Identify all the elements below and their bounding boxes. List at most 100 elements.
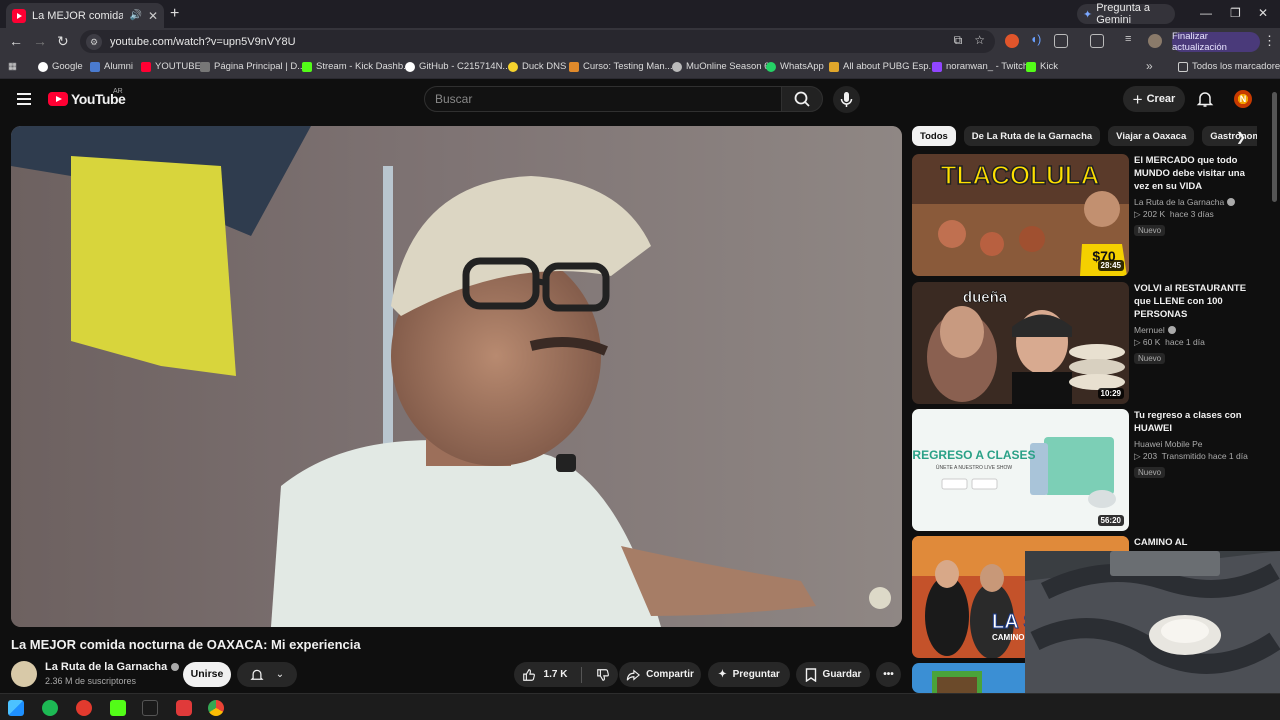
tab-close-icon[interactable]: ✕: [148, 9, 158, 23]
bookmark-item[interactable]: Google: [38, 61, 83, 72]
kick-app-icon[interactable]: [110, 700, 126, 716]
search-button[interactable]: [781, 86, 823, 112]
video-thumbnail[interactable]: REGRESO A CLASES ÚNETE A NUESTRO LIVE SH…: [912, 409, 1129, 531]
maximize-icon[interactable]: ❐: [1230, 6, 1241, 20]
all-bookmarks-folder[interactable]: Todos los marcadores: [1178, 61, 1280, 72]
save-label: Guardar: [822, 669, 862, 680]
save-button[interactable]: Guardar: [796, 662, 870, 687]
video-title[interactable]: VOLVI al RESTAURANTE que LLENE con 100 P…: [1134, 282, 1262, 321]
video-meta: ▷ 202 K hace 3 días: [1134, 209, 1214, 219]
chrome-icon[interactable]: [208, 700, 224, 716]
more-bookmarks-icon[interactable]: »: [1146, 59, 1153, 73]
video-title[interactable]: Tu regreso a clases con HUAWEI: [1134, 409, 1262, 435]
bookmark-item[interactable]: MuOnline Season 6: [672, 61, 769, 72]
opera-gx-icon[interactable]: [76, 700, 92, 716]
pubg-icon: [829, 61, 839, 72]
browser-tab-youtube[interactable]: La MEJOR comida nocturna de OAXACA: Mi e…: [6, 3, 164, 28]
thumbs-down-icon[interactable]: [596, 668, 610, 682]
menu-hamburger-icon[interactable]: [17, 93, 31, 105]
recommended-video[interactable]: REGRESO A CLASES ÚNETE A NUESTRO LIVE SH…: [912, 409, 1262, 533]
address-bar[interactable]: ⚙ youtube.com/watch?v=upn5V9nVY8U ⧉ ☆: [80, 30, 995, 53]
bookmark-item[interactable]: Duck DNS: [508, 61, 566, 72]
chevron-right-icon[interactable]: ❯: [1236, 130, 1246, 144]
recommended-video-info: Tu regreso a clases con HUAWEI Huawei Mo…: [1134, 409, 1262, 480]
page-icon: [200, 61, 210, 72]
browser-menu-icon[interactable]: ⋮: [1263, 33, 1276, 49]
share-button[interactable]: Compartir: [619, 662, 701, 687]
like-button[interactable]: 1.7 K: [522, 668, 567, 682]
chip-all[interactable]: Todos: [912, 126, 956, 146]
side-panel-icon[interactable]: [1090, 34, 1104, 48]
ask-button[interactable]: ✦ Preguntar: [708, 662, 790, 687]
page-scrollbar[interactable]: [1272, 92, 1277, 202]
reload-icon[interactable]: ↻: [57, 33, 69, 50]
bookmark-item[interactable]: Curso: Testing Man...: [569, 61, 673, 72]
close-window-icon[interactable]: ✕: [1258, 6, 1268, 20]
audio-playing-icon[interactable]: 🔊: [129, 10, 141, 21]
profile-avatar[interactable]: [1148, 34, 1162, 48]
channel-name[interactable]: Mernuel: [1134, 325, 1262, 335]
kick-icon: [302, 61, 312, 72]
channel-avatar[interactable]: [11, 661, 37, 687]
bookmark-item[interactable]: All about PUBG Esp...: [829, 61, 936, 72]
webcam-image: [1025, 551, 1280, 693]
recommended-video[interactable]: dueña 10:29 VOLVI al RESTAURANTE que LLE…: [912, 282, 1262, 406]
country-code: AR: [113, 88, 123, 95]
install-app-icon[interactable]: ⧉: [954, 33, 963, 48]
youtube-header: YouTube AR Buscar + Crear N: [0, 80, 1280, 118]
extension-fire-icon[interactable]: [1005, 34, 1019, 48]
video-title[interactable]: El MERCADO que todo MUNDO debe visitar u…: [1134, 154, 1262, 193]
video-thumbnail[interactable]: TLACOLULA $70 28:45: [912, 154, 1129, 276]
thumb-text: REGRESO A CLASES: [912, 448, 1035, 462]
extensions-puzzle-icon[interactable]: [1054, 34, 1068, 48]
spotify-icon[interactable]: [42, 700, 58, 716]
user-avatar[interactable]: N: [1234, 90, 1252, 108]
bookmark-star-icon[interactable]: ☆: [974, 33, 985, 48]
course-icon: [569, 61, 579, 72]
media-controls-icon[interactable]: ≡: [1125, 33, 1139, 47]
bookmark-item[interactable]: GitHub - C215714N...: [405, 61, 510, 72]
bookmark-item[interactable]: WhatsApp: [766, 61, 824, 72]
bookmark-item[interactable]: Alumni: [90, 61, 133, 72]
kick-icon: [1026, 61, 1036, 72]
join-button[interactable]: Unirse: [183, 662, 231, 687]
video-player[interactable]: [11, 126, 902, 627]
chip-gastronomy[interactable]: Gastronomía: [1202, 126, 1257, 146]
bookmark-label: WhatsApp: [780, 61, 824, 72]
site-info-icon[interactable]: ⚙: [86, 33, 102, 50]
recommended-video[interactable]: TLACOLULA $70 28:45 El MERCADO que todo …: [912, 154, 1262, 278]
apps-grid-icon[interactable]: ▦: [8, 61, 17, 72]
back-arrow-icon[interactable]: ←: [9, 33, 23, 49]
verified-icon: [171, 663, 180, 671]
windows-start-icon[interactable]: [8, 700, 24, 716]
chip-channel[interactable]: De La Ruta de la Garnacha: [963, 126, 1101, 146]
plus-icon: +: [1132, 89, 1143, 109]
forward-arrow-icon[interactable]: →: [33, 33, 47, 49]
youtube-logo[interactable]: YouTube AR: [48, 88, 126, 107]
bookmark-item[interactable]: Kick: [1026, 61, 1058, 72]
app-icon[interactable]: [176, 700, 192, 716]
minimize-icon[interactable]: —: [1200, 6, 1212, 20]
extension-audio-icon[interactable]: ◖): [1030, 32, 1044, 46]
channel-name[interactable]: La Ruta de la Garnacha: [1134, 197, 1262, 207]
bookmark-item[interactable]: Página Principal | D...: [200, 61, 305, 72]
chip-oaxaca[interactable]: Viajar a Oaxaca: [1108, 126, 1195, 146]
create-button[interactable]: + Crear: [1123, 86, 1185, 112]
search-input[interactable]: Buscar: [424, 86, 782, 112]
terminal-icon[interactable]: [142, 700, 158, 716]
bookmark-item[interactable]: Stream - Kick Dashb...: [302, 61, 411, 72]
notifications-bell-icon[interactable]: [1196, 90, 1214, 108]
bookmark-item[interactable]: YOUTUBE: [141, 61, 201, 72]
finish-update-button[interactable]: Finalizar actualización: [1172, 31, 1260, 53]
new-tab-button[interactable]: +: [170, 5, 179, 23]
more-actions-button[interactable]: •••: [876, 662, 901, 687]
subscription-bell-button[interactable]: ⌄: [237, 662, 297, 687]
channel-name-link[interactable]: La Ruta de la Garnacha: [45, 661, 180, 673]
bookmark-icon: [805, 667, 816, 682]
gemini-button[interactable]: ✦ Pregunta a Gemini: [1077, 2, 1175, 26]
bookmark-item[interactable]: noranwan_ - Twitch: [932, 61, 1028, 72]
channel-watermark[interactable]: [869, 587, 891, 609]
channel-name[interactable]: Huawei Mobile Pe: [1134, 439, 1262, 449]
voice-search-button[interactable]: [833, 86, 860, 113]
video-thumbnail[interactable]: dueña 10:29: [912, 282, 1129, 404]
